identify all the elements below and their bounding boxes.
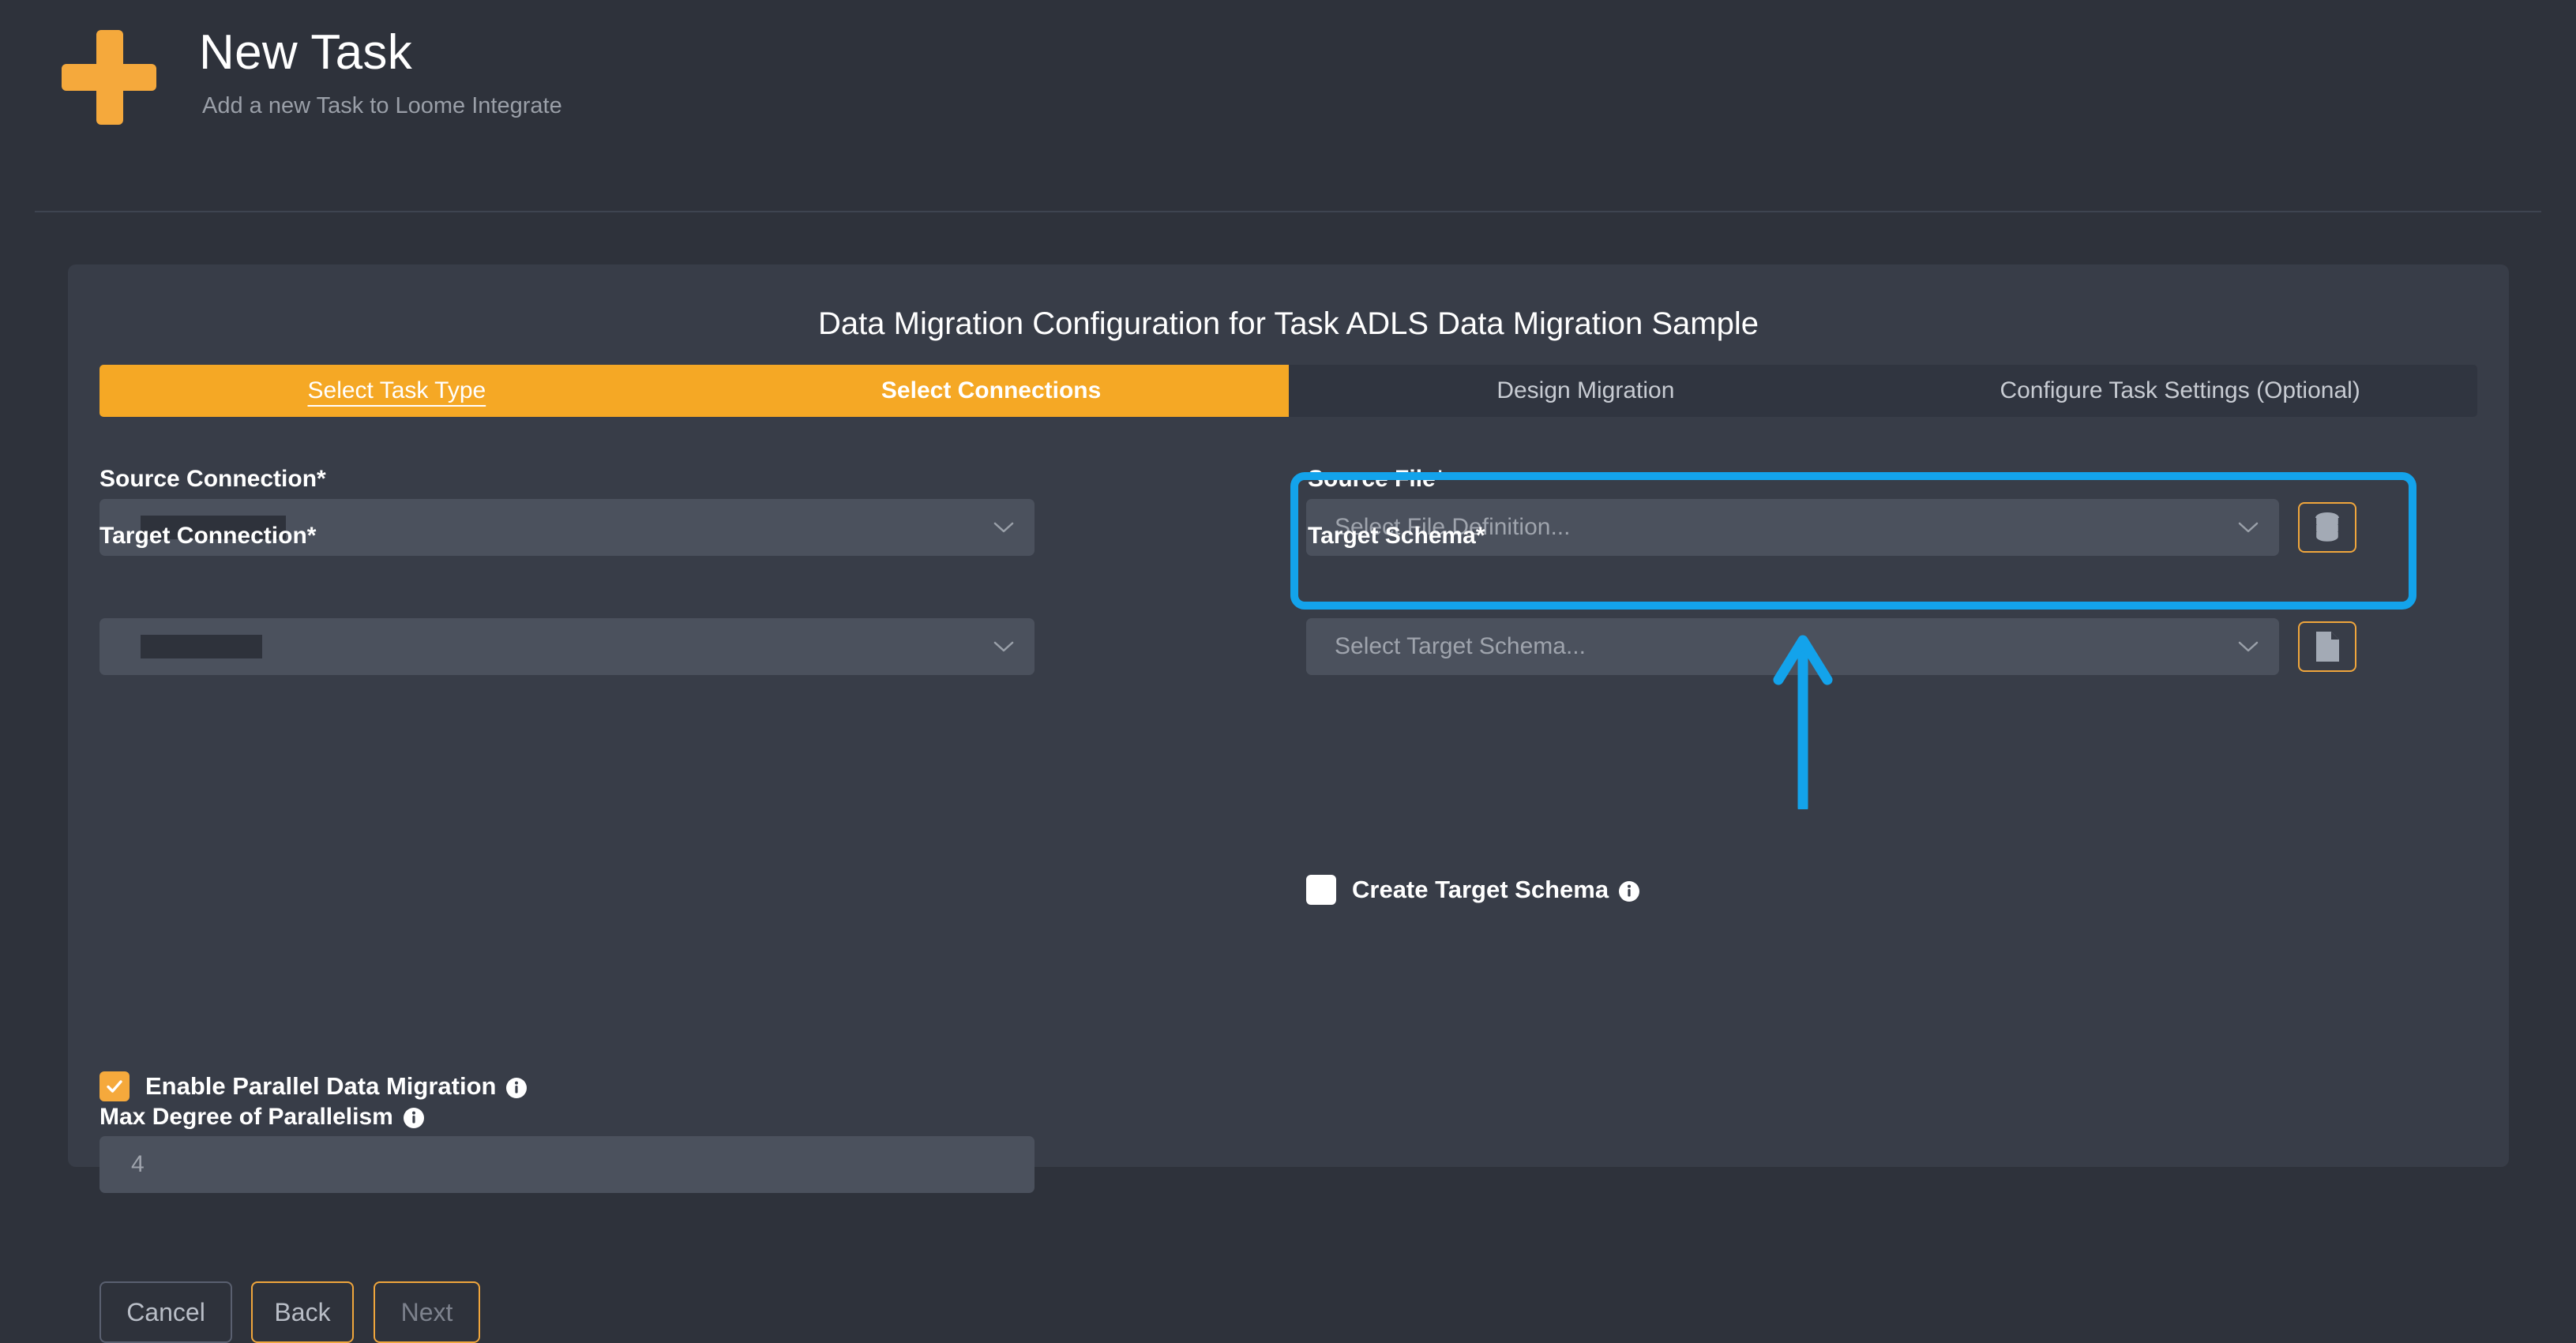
max-parallelism-placeholder: 4 xyxy=(131,1151,145,1177)
target-connection-label: Target Connection* xyxy=(100,523,317,549)
chevron-down-icon xyxy=(2238,641,2259,652)
info-icon[interactable] xyxy=(1618,880,1640,902)
source-connection-label: Source Connection* xyxy=(100,466,326,492)
info-icon[interactable] xyxy=(505,1077,528,1099)
tab-configure-task-settings[interactable]: Configure Task Settings (Optional) xyxy=(1883,365,2477,417)
next-button[interactable]: Next xyxy=(374,1281,480,1343)
enable-parallel-label: Enable Parallel Data Migration xyxy=(145,1074,528,1099)
file-icon xyxy=(2316,632,2339,662)
target-schema-select[interactable]: Select Target Schema... xyxy=(1306,618,2279,675)
database-icon xyxy=(2314,512,2341,544)
create-target-schema-checkbox[interactable] xyxy=(1306,875,1336,905)
tab-label: Configure Task Settings (Optional) xyxy=(2000,377,2360,403)
tab-label: Select Connections xyxy=(881,377,1102,403)
target-connection-select[interactable] xyxy=(100,618,1035,675)
config-card: Data Migration Configuration for Task AD… xyxy=(68,264,2509,1343)
cancel-button[interactable]: Cancel xyxy=(100,1281,232,1343)
back-button[interactable]: Back xyxy=(251,1281,354,1343)
chevron-down-icon xyxy=(993,522,1014,533)
info-icon[interactable] xyxy=(403,1107,425,1129)
max-parallelism-input[interactable]: 4 xyxy=(100,1136,1035,1193)
tab-label: Select Task Type xyxy=(307,377,486,403)
browse-file-definition-button[interactable] xyxy=(2298,502,2356,553)
page-subtitle: Add a new Task to Loome Integrate xyxy=(202,93,562,118)
max-parallelism-label: Max Degree of Parallelism xyxy=(100,1105,425,1129)
page-title: New Task xyxy=(199,25,413,80)
source-file-label: Source File* xyxy=(1308,466,1445,492)
page-header: New Task Add a new Task to Loome Integra… xyxy=(0,0,2576,212)
target-schema-label: Target Schema* xyxy=(1308,523,1485,549)
redacted-value xyxy=(141,635,262,658)
browse-target-schema-button[interactable] xyxy=(2298,621,2356,672)
plus-icon xyxy=(62,30,156,125)
enable-parallel-checkbox[interactable] xyxy=(100,1071,130,1101)
check-icon xyxy=(107,1080,122,1093)
enable-parallel-data-migration-row[interactable]: Enable Parallel Data Migration xyxy=(100,1071,528,1101)
header-divider xyxy=(35,211,2541,212)
tab-label: Design Migration xyxy=(1496,377,1675,403)
tab-select-task-type[interactable]: Select Task Type xyxy=(100,365,694,417)
tab-select-connections[interactable]: Select Connections xyxy=(693,365,1289,417)
tab-design-migration[interactable]: Design Migration xyxy=(1289,365,1883,417)
wizard-tab-bar: Select Task Type Select Connections Desi… xyxy=(100,365,2477,417)
create-target-schema-row[interactable]: Create Target Schema xyxy=(1306,875,1640,905)
card-title: Data Migration Configuration for Task AD… xyxy=(818,306,1759,341)
chevron-down-icon xyxy=(993,641,1014,652)
target-schema-placeholder: Select Target Schema... xyxy=(1335,633,1586,659)
create-target-schema-label: Create Target Schema xyxy=(1352,877,1640,902)
chevron-down-icon xyxy=(2238,522,2259,533)
